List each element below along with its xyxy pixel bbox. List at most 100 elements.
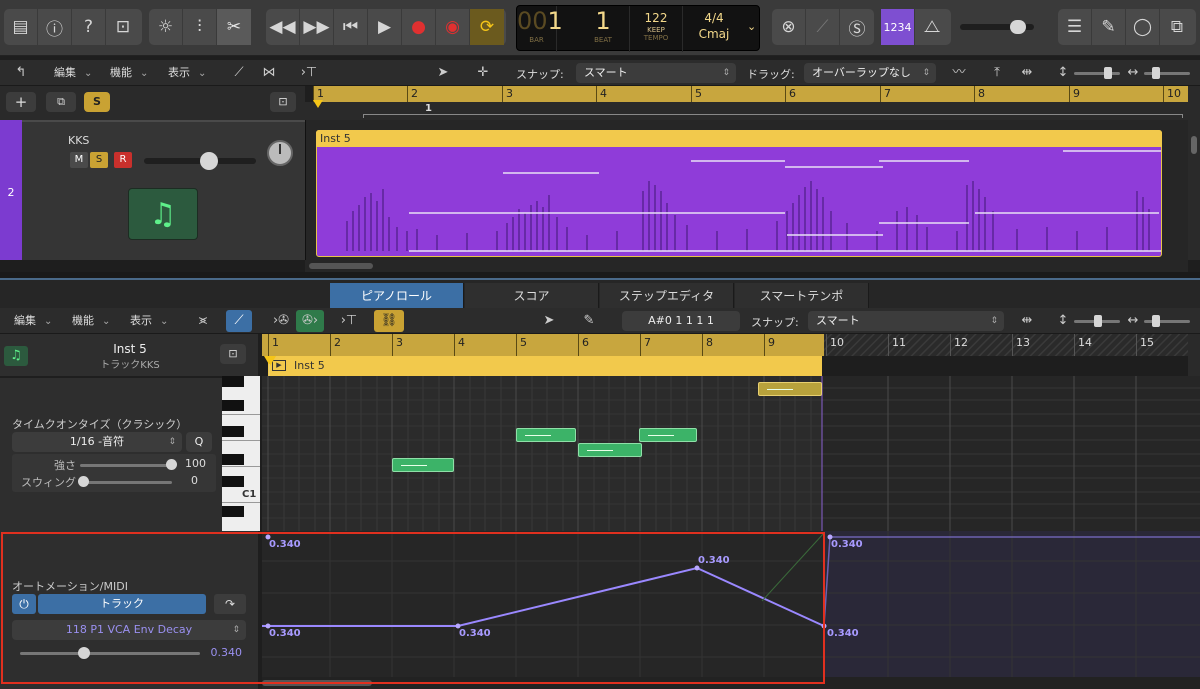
tab-smart-tempo[interactable]: スマートテンポ: [735, 283, 869, 309]
pr-vertical-zoom-icon[interactable]: ↕: [1050, 310, 1076, 332]
automation-power-icon[interactable]: ⏻: [12, 594, 36, 614]
automation-lane[interactable]: 0.340 0.340 0.340 0.340 0.340 0.340: [262, 531, 1200, 689]
midi-region[interactable]: [316, 130, 1162, 257]
strength-knob[interactable]: [166, 459, 177, 470]
pr-horizontal-zoom-slider[interactable]: [1144, 320, 1190, 323]
view-menu[interactable]: 表示: [162, 62, 206, 84]
loop-browser-icon[interactable]: ◯: [1126, 9, 1160, 45]
record-icon[interactable]: ●: [402, 9, 436, 45]
solo-button[interactable]: S: [90, 152, 108, 168]
pr-catch-icon[interactable]: ›⊤: [336, 310, 362, 332]
cycle-icon[interactable]: ⟳: [470, 9, 504, 45]
horizontal-fit-icon[interactable]: ⇹: [1014, 62, 1040, 84]
horizontal-zoom-slider[interactable]: [1144, 72, 1190, 75]
tab-step-editor[interactable]: ステップエディタ: [600, 283, 734, 309]
link-icon[interactable]: ⛓: [374, 310, 404, 332]
midi-out-icon[interactable]: ✇›: [296, 310, 324, 332]
black-key[interactable]: [222, 476, 244, 487]
black-key[interactable]: [222, 454, 244, 465]
inspector-menu-icon[interactable]: ⊡: [220, 344, 246, 364]
waveform-zoom-icon[interactable]: 〰: [946, 62, 972, 84]
tab-score[interactable]: スコア: [465, 283, 599, 309]
black-key[interactable]: [222, 426, 244, 437]
quantize-value-dropdown[interactable]: 1/16 -音符 ⇕: [12, 432, 182, 452]
strength-value[interactable]: 100: [178, 457, 206, 470]
black-key[interactable]: [222, 376, 244, 387]
catch-icon[interactable]: ›⊤: [296, 62, 322, 84]
vertical-zoom-knob[interactable]: [1104, 67, 1112, 79]
automation-value[interactable]: 0.340: [200, 646, 243, 659]
midi-note[interactable]: [392, 458, 454, 472]
swing-value[interactable]: 0: [178, 474, 198, 487]
tab-piano-roll[interactable]: ピアノロール: [330, 283, 464, 309]
autopunch-icon[interactable]: ⟋: [806, 9, 840, 45]
black-key[interactable]: [222, 400, 244, 411]
notepad-icon[interactable]: ✎: [1092, 9, 1126, 45]
midi-note-selected[interactable]: [758, 382, 822, 396]
pointer-tool-icon[interactable]: ➤: [430, 62, 456, 84]
solo-mode-icon[interactable]: Ⓢ: [840, 9, 874, 45]
marquee-tool-icon[interactable]: ✛: [470, 62, 496, 84]
black-key[interactable]: [222, 506, 244, 517]
tracks-vertical-scroll-thumb[interactable]: [1191, 136, 1197, 154]
midi-note[interactable]: [578, 443, 642, 457]
record-enable-button[interactable]: R: [114, 152, 132, 168]
fast-forward-icon[interactable]: ▶▶: [300, 9, 334, 45]
midi-note[interactable]: [639, 428, 697, 442]
automation-mode-button[interactable]: トラック: [38, 594, 206, 614]
pr-pointer-tool-icon[interactable]: ➤: [536, 310, 562, 332]
automation-value-slider[interactable]: [20, 652, 200, 655]
swing-knob[interactable]: [78, 476, 89, 487]
drag-dropdown[interactable]: オーバーラップなし ⇕: [804, 63, 936, 83]
pr-automation-icon[interactable]: ⟋: [226, 310, 252, 332]
vertical-zoom-slider[interactable]: [1074, 72, 1120, 75]
quantize-q-button[interactable]: Q: [186, 432, 212, 452]
horizontal-zoom-knob[interactable]: [1152, 67, 1160, 79]
go-to-beginning-icon[interactable]: ⏮: [334, 9, 368, 45]
pr-horizontal-zoom-icon[interactable]: ↔: [1120, 310, 1146, 332]
pr-playhead-icon[interactable]: [264, 356, 276, 366]
editors-scissors-icon[interactable]: ✂: [217, 9, 251, 45]
low-latency-icon[interactable]: ⊗: [772, 9, 806, 45]
pr-vertical-zoom-knob[interactable]: [1094, 315, 1102, 327]
mixer-icon[interactable]: ⫶: [183, 9, 217, 45]
browsers-icon[interactable]: ⧉: [1160, 9, 1194, 45]
piano-roll-grid[interactable]: [262, 376, 1200, 531]
pr-region-header[interactable]: Inst 5: [268, 356, 822, 376]
mute-button[interactable]: M: [70, 152, 88, 168]
functions-menu[interactable]: 機能: [104, 62, 148, 84]
snap-dropdown[interactable]: スマート ⇕: [576, 63, 736, 83]
inspector-icon[interactable]: ⓘ: [38, 9, 72, 45]
lcd-display[interactable]: 001 BAR 1 BEAT 122 KEEP TEMPO 4/4 Cmaj ⌄: [516, 5, 760, 52]
position-display[interactable]: A#0 1 1 1 1: [622, 311, 740, 331]
playhead-icon[interactable]: [313, 100, 323, 108]
track-name[interactable]: KKS: [68, 134, 89, 147]
back-arrow-icon[interactable]: ↰: [8, 62, 34, 84]
toolbar-icon[interactable]: ⊡: [106, 9, 140, 45]
global-solo-button[interactable]: S: [84, 92, 110, 112]
automation-value-knob[interactable]: [78, 647, 90, 659]
duplicate-track-icon[interactable]: ⧉: [46, 92, 76, 112]
pr-horizontal-fit-icon[interactable]: ⇹: [1014, 310, 1040, 332]
metronome-icon[interactable]: ⧍: [915, 9, 949, 45]
region-name[interactable]: Inst 5: [316, 130, 1162, 147]
play-icon[interactable]: ▶: [368, 9, 402, 45]
tracks-vertical-scrollbar[interactable]: [1188, 86, 1200, 260]
pr-horizontal-zoom-knob[interactable]: [1152, 315, 1160, 327]
track-volume-knob[interactable]: [200, 152, 218, 170]
automation-icon[interactable]: ⟋: [226, 62, 252, 84]
master-volume-knob[interactable]: [1010, 20, 1026, 34]
collapse-icon[interactable]: ⪤: [190, 310, 216, 332]
add-track-button[interactable]: +: [6, 92, 36, 112]
tracks-horizontal-scroll-thumb[interactable]: [309, 263, 373, 269]
swing-slider[interactable]: [80, 481, 172, 484]
list-editors-icon[interactable]: ☰: [1058, 9, 1092, 45]
pr-horizontal-scrollbar[interactable]: [262, 677, 1200, 689]
pencil-tool-icon[interactable]: ✎: [576, 310, 602, 332]
horizontal-zoom-icon[interactable]: ↔: [1120, 62, 1146, 84]
vertical-fit-icon[interactable]: ⤒: [984, 62, 1010, 84]
smart-controls-icon[interactable]: ☼: [149, 9, 183, 45]
pr-view-menu[interactable]: 表示: [124, 310, 168, 332]
piano-roll-ruler[interactable]: 1 2 3 4 5 6 7 8 9 10 11 12 13 14 15: [262, 334, 1200, 356]
tracks-ruler[interactable]: 1 2 3 4 5 6 7 8 9 10: [313, 86, 1188, 102]
